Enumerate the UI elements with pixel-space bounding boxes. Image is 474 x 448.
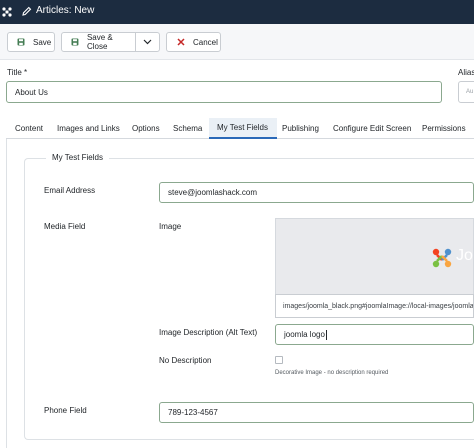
joomla-logo-icon[interactable]	[0, 0, 14, 24]
close-icon	[177, 38, 185, 46]
tab-content[interactable]: Content	[9, 118, 47, 139]
phone-label: Phone Field	[44, 406, 87, 415]
tab-publishing[interactable]: Publishing	[278, 118, 326, 139]
alt-text-value: joomla logo	[284, 330, 325, 339]
joomla-logo-image	[432, 248, 452, 268]
no-description-checkbox[interactable]	[275, 356, 283, 364]
title-input[interactable]: About Us	[6, 81, 442, 103]
alias-input[interactable]: Au	[458, 81, 474, 103]
email-label: Email Address	[44, 186, 96, 195]
fieldset-legend: My Test Fields	[46, 153, 109, 162]
decorative-help-text: Decorative Image - no description requir…	[275, 370, 389, 376]
alias-label: Alias	[458, 68, 474, 77]
image-preview-text: Jo	[456, 247, 473, 264]
email-field[interactable]: steve@joomlashack.com	[159, 182, 474, 203]
image-label: Image	[159, 222, 182, 231]
save-button[interactable]: Save	[7, 32, 55, 52]
cancel-label: Cancel	[193, 37, 218, 47]
action-toolbar: Save Save & Close Cancel	[0, 24, 474, 60]
save-options-dropdown-button[interactable]	[135, 32, 160, 52]
page-title: Articles: New	[36, 5, 95, 16]
tab-bar: Content Images and Links Options Schema …	[6, 118, 474, 139]
title-label: Title *	[7, 68, 28, 77]
tab-permissions[interactable]: Permissions	[417, 118, 474, 139]
tab-configure-edit-screen[interactable]: Configure Edit Screen	[330, 118, 414, 139]
alt-text-input[interactable]: joomla logo	[275, 324, 474, 345]
tab-my-test-fields[interactable]: My Test Fields	[209, 118, 277, 139]
save-close-button[interactable]: Save & Close	[61, 32, 136, 52]
save-label: Save	[33, 37, 52, 47]
image-preview[interactable]: Jo	[275, 218, 474, 294]
save-icon	[71, 38, 79, 46]
chevron-down-icon	[143, 39, 152, 45]
no-description-label: No Description	[159, 356, 212, 365]
text-cursor	[325, 329, 327, 340]
cancel-button[interactable]: Cancel	[166, 32, 221, 52]
header-bar: Articles: New	[0, 0, 474, 24]
phone-field[interactable]: 789-123-4567	[159, 402, 474, 423]
save-close-label: Save & Close	[86, 33, 113, 51]
tab-images-and-links[interactable]: Images and Links	[52, 118, 122, 139]
tab-options[interactable]: Options	[127, 118, 163, 139]
alt-text-label: Image Description (Alt Text)	[159, 328, 258, 337]
image-path-input[interactable]: images/joomla_black.png#joomlaImage://lo…	[275, 294, 474, 318]
save-icon	[17, 38, 25, 46]
tab-schema[interactable]: Schema	[168, 118, 208, 139]
pencil-icon	[22, 6, 32, 16]
media-field-label: Media Field	[44, 222, 86, 231]
